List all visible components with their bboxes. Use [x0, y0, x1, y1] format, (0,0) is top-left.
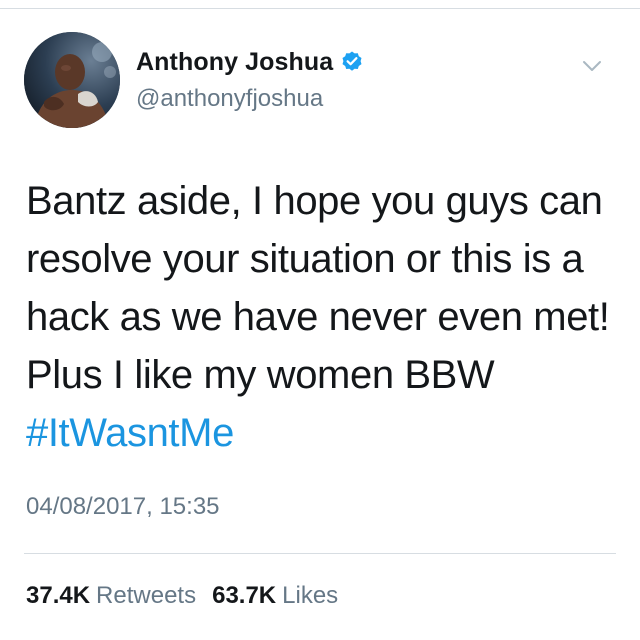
tweet-text-line: hack as we have never even met!	[26, 295, 610, 339]
hashtag-link[interactable]: #ItWasntMe	[26, 404, 626, 462]
verified-badge-icon	[340, 50, 364, 74]
tweet-stats: 37.4K Retweets 63.7K Likes	[26, 582, 338, 610]
stats-divider	[24, 553, 616, 554]
display-name-row: Anthony Joshua	[136, 46, 364, 78]
retweets-label: Retweets	[96, 582, 197, 609]
tweet-timestamp[interactable]: 04/08/2017, 15:35	[26, 493, 220, 521]
likes-stat[interactable]: 63.7K Likes	[212, 582, 338, 610]
likes-count: 63.7K	[212, 582, 277, 609]
top-divider	[0, 8, 640, 9]
author-names: Anthony Joshua @anthonyfjoshua	[136, 46, 364, 113]
likes-label: Likes	[282, 582, 339, 609]
avatar-photo	[24, 32, 120, 128]
tweet-text-line: Bantz aside, I hope you guys can	[26, 179, 603, 223]
tweet-text-line: Plus I like my women BBW	[26, 353, 495, 397]
tweet-menu-button[interactable]	[580, 54, 604, 78]
tweet-text-line: resolve your situation or this is a	[26, 237, 584, 281]
avatar[interactable]	[24, 32, 120, 128]
tweet-header: Anthony Joshua @anthonyfjoshua	[24, 32, 624, 128]
author-handle[interactable]: @anthonyfjoshua	[136, 85, 364, 113]
tweet-text: Bantz aside, I hope you guys can resolve…	[26, 172, 626, 462]
author-display-name[interactable]: Anthony Joshua	[136, 48, 333, 77]
retweets-stat[interactable]: 37.4K Retweets	[26, 582, 196, 610]
retweets-count: 37.4K	[26, 582, 91, 609]
chevron-down-icon	[583, 61, 601, 71]
